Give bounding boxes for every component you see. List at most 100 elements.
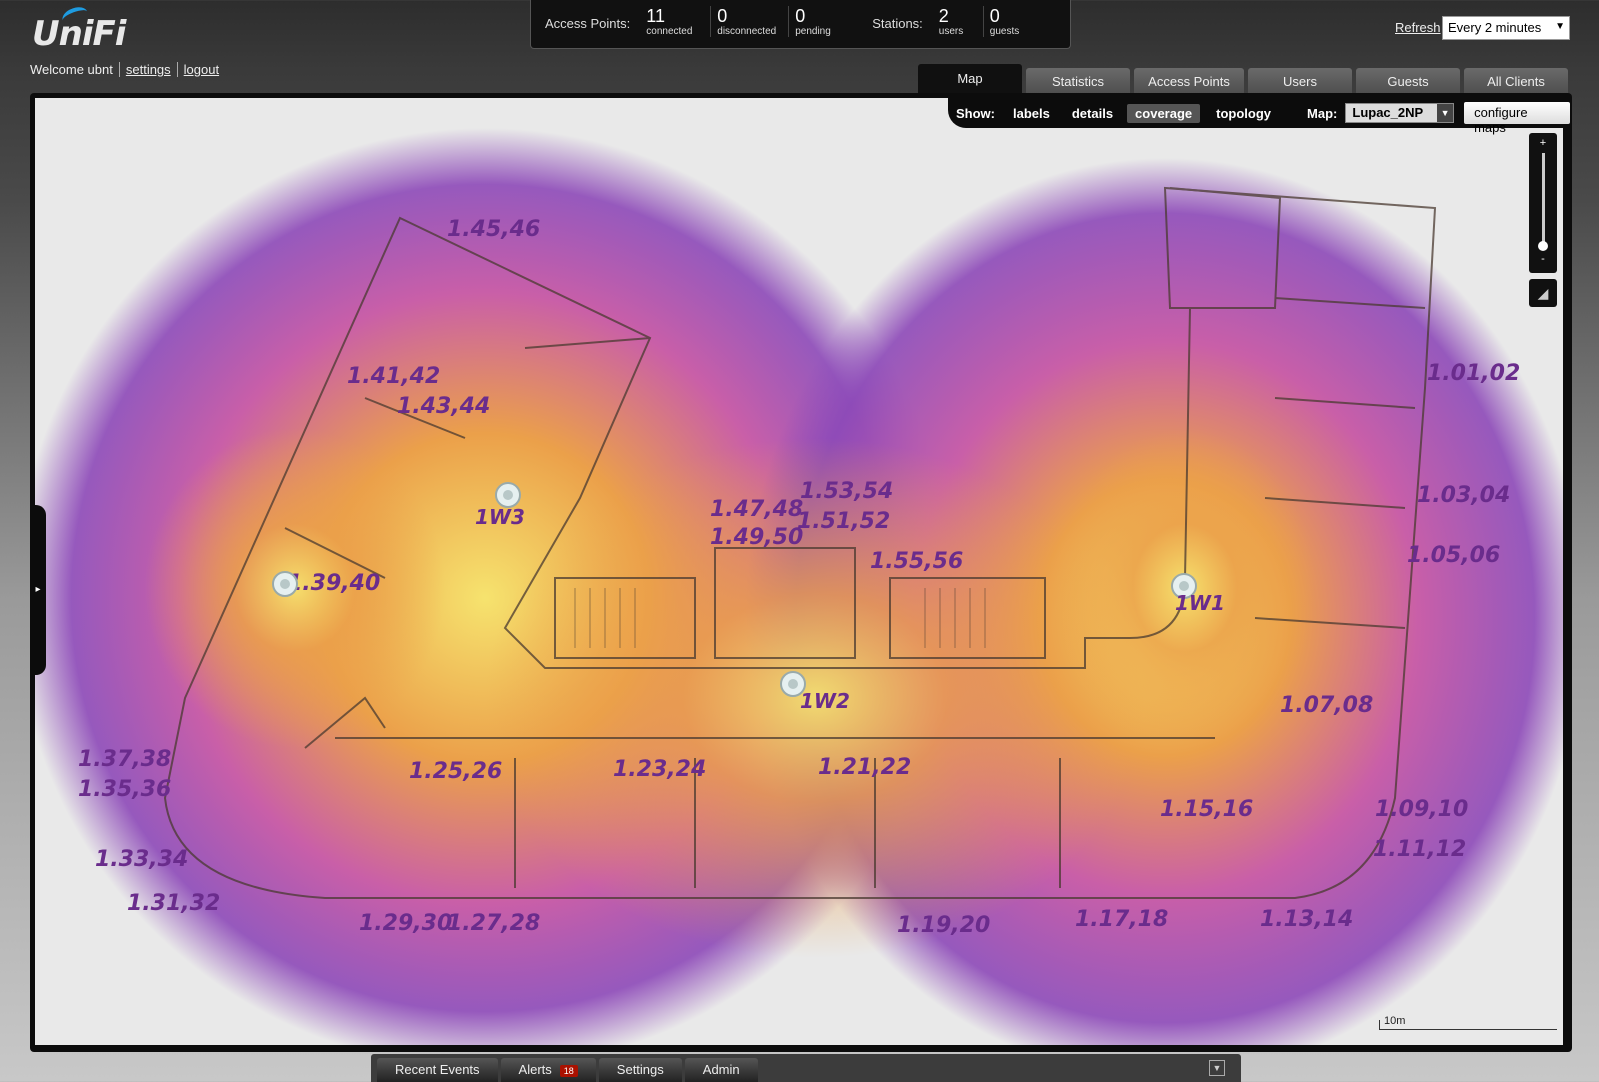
settings-link[interactable]: settings (118, 62, 177, 77)
collapse-chevron-icon[interactable]: ▼ (1209, 1060, 1225, 1076)
connected-count: 11 (646, 6, 665, 26)
map-label: 1.55,56 (870, 549, 963, 574)
tab-statistics[interactable]: Statistics (1026, 68, 1130, 94)
map-label: 1.35,36 (78, 777, 171, 802)
map-label: 1.41,42 (347, 364, 440, 389)
zoom-in-icon[interactable]: + (1529, 137, 1557, 149)
map-label: 1.19,20 (897, 913, 990, 938)
map-label: 1.49,50 (710, 525, 803, 550)
map-label: 1.21,22 (818, 755, 911, 780)
pending-caption: pending (795, 26, 831, 37)
refresh-link[interactable]: Refresh (1395, 20, 1441, 35)
map-canvas[interactable]: 1.45,46 1.41,42 1.43,44 1.39,40 1.47,48 … (35, 98, 1563, 1045)
pending-count: 0 (795, 6, 806, 26)
configure-maps-button[interactable]: configure maps (1464, 102, 1570, 135)
map-label: 1.05,06 (1407, 543, 1500, 568)
bottom-bar: Recent Events Alerts 18 Settings Admin ▼ (371, 1054, 1241, 1082)
map-toolbar: Show: labels details coverage topology M… (948, 98, 1570, 135)
guests-count: 0 (989, 6, 1000, 26)
main-tabs: Map Statistics Access Points Users Guest… (918, 64, 1568, 94)
map-label: 1.01,02 (1427, 361, 1520, 386)
ap-marker-unnamed[interactable] (272, 571, 298, 597)
map-label: 1.07,08 (1280, 693, 1373, 718)
welcome-text: Welcome ubnt (30, 62, 113, 77)
map-label: 1.13,14 (1260, 907, 1353, 932)
recent-events-label: Recent Events (395, 1062, 480, 1077)
show-coverage-toggle[interactable]: coverage (1127, 103, 1201, 123)
stat-pending: 0 pending (788, 6, 858, 37)
map-label: 1.53,54 (800, 479, 893, 504)
alerts-tab[interactable]: Alerts 18 (500, 1058, 596, 1082)
zoom-out-icon[interactable]: - (1529, 253, 1557, 265)
welcome-bar: Welcome ubnt settings logout (30, 62, 225, 77)
settings-tab[interactable]: Settings (598, 1058, 682, 1082)
chevron-down-icon: ▼ (1437, 104, 1454, 122)
ap-label: 1W1 (1175, 591, 1225, 615)
show-labels-toggle[interactable]: labels (1013, 106, 1050, 121)
map-label: 1.03,04 (1417, 483, 1510, 508)
show-topology-toggle[interactable]: topology (1216, 106, 1271, 121)
map-label: 1.37,38 (78, 747, 171, 772)
map-label: 1.33,34 (95, 847, 188, 872)
stat-connected: 11 connected (640, 6, 710, 37)
ap-label: 1W3 (475, 505, 525, 529)
disconnected-caption: disconnected (717, 26, 777, 37)
map-label-text: Map: (1307, 105, 1338, 121)
admin-label: Admin (702, 1062, 740, 1077)
chevron-down-icon: ▼ (1555, 21, 1565, 32)
map-label: 1.09,10 (1375, 797, 1468, 822)
measure-tool-icon[interactable]: ◢ (1529, 279, 1557, 307)
show-details-toggle[interactable]: details (1072, 106, 1113, 121)
map-label: 1.17,18 (1075, 907, 1168, 932)
disconnected-count: 0 (717, 6, 728, 26)
recent-events-tab[interactable]: Recent Events (377, 1058, 498, 1082)
zoom-handle[interactable] (1538, 241, 1548, 251)
map-label: 1.25,26 (409, 759, 502, 784)
alerts-label: Alerts (518, 1062, 552, 1077)
unifi-logo: UniFi (32, 4, 126, 54)
stat-guests: 0 guests (982, 6, 1033, 37)
tab-guests[interactable]: Guests (1356, 68, 1460, 94)
refresh-interval-select[interactable]: Every 2 minutes ▼ (1442, 16, 1570, 40)
map-label: 1.31,32 (127, 891, 220, 916)
stat-users: 2 users (933, 6, 983, 37)
map-frame: 1.45,46 1.41,42 1.43,44 1.39,40 1.47,48 … (30, 93, 1572, 1052)
map-label: 1.29,30 (359, 911, 452, 936)
scale-label: 10m (1384, 1015, 1406, 1027)
side-panel-toggle[interactable]: ▸ (30, 505, 46, 675)
map-select[interactable]: Lupac_2NP ▼ (1345, 103, 1455, 123)
logout-link[interactable]: logout (176, 62, 225, 77)
refresh-interval-value: Every 2 minutes (1448, 20, 1542, 35)
map-select-value: Lupac_2NP (1352, 105, 1424, 120)
map-label: 1.51,52 (797, 509, 890, 534)
tab-users[interactable]: Users (1248, 68, 1352, 94)
zoom-control[interactable]: + - (1529, 133, 1557, 273)
ap-label: 1W2 (800, 689, 850, 713)
settings-label: Settings (616, 1062, 664, 1077)
access-points-label: Access Points: (545, 16, 631, 31)
map-label: 1.45,46 (447, 217, 540, 242)
stat-disconnected: 0 disconnected (710, 6, 788, 37)
tab-map[interactable]: Map (918, 64, 1022, 94)
alerts-count-badge: 18 (559, 1065, 578, 1077)
map-scale: 10m (1379, 1016, 1557, 1030)
guests-caption: guests (989, 26, 1020, 37)
tab-all-clients[interactable]: All Clients (1464, 68, 1568, 94)
map-label: 1.11,12 (1373, 837, 1466, 862)
map-label: 1.39,40 (287, 571, 380, 596)
tab-access-points[interactable]: Access Points (1134, 68, 1244, 94)
map-label: 1.23,24 (613, 757, 706, 782)
connected-caption: connected (646, 26, 693, 37)
admin-tab[interactable]: Admin (684, 1058, 758, 1082)
users-caption: users (938, 26, 964, 37)
map-label: 1.43,44 (397, 394, 490, 419)
map-label: 1.27,28 (447, 911, 540, 936)
map-label: 1.47,48 (710, 497, 803, 522)
zoom-track[interactable] (1542, 153, 1545, 249)
stations-label: Stations: (872, 16, 923, 31)
show-label: Show: (956, 105, 995, 121)
stats-panel: Access Points: 11 connected 0 disconnected… (530, 0, 1071, 49)
users-count: 2 (938, 6, 949, 26)
coverage-heatmap: 1.45,46 1.41,42 1.43,44 1.39,40 1.47,48 … (35, 98, 1563, 1045)
map-label: 1.15,16 (1160, 797, 1253, 822)
